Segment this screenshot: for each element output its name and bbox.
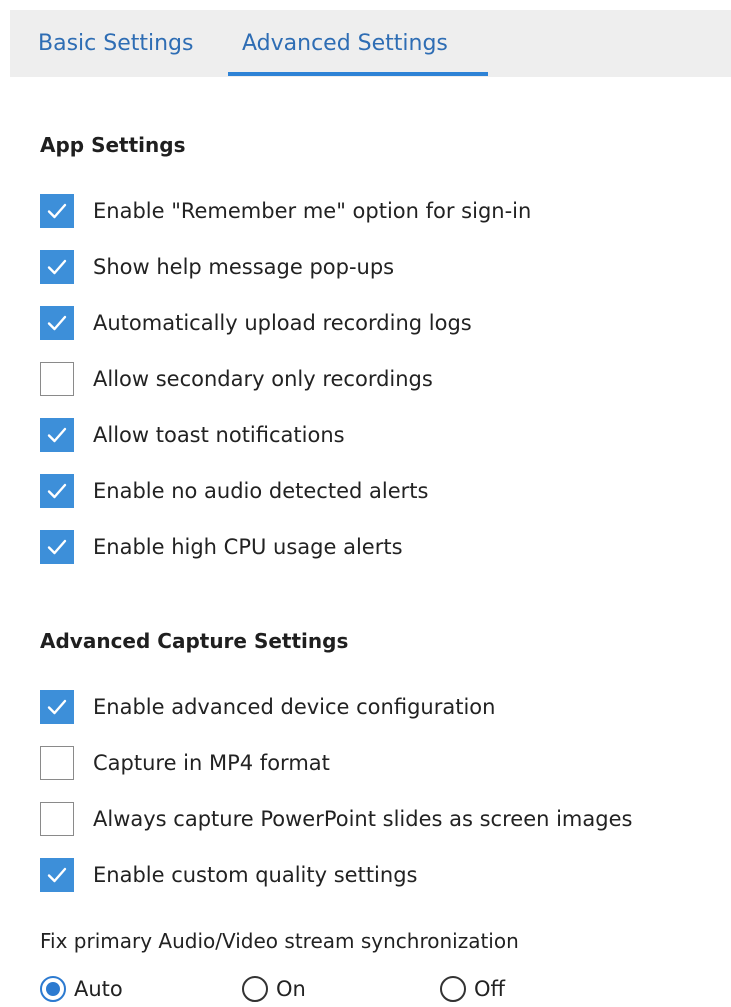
checkbox[interactable] — [40, 250, 74, 284]
sync-label: Fix primary Audio/Video stream synchroni… — [40, 929, 519, 953]
checkbox-capture-mp4[interactable]: Capture in MP4 format — [40, 745, 330, 781]
checkbox-powerpoint-screen-images[interactable]: Always capture PowerPoint slides as scre… — [40, 801, 632, 837]
radio-button[interactable] — [40, 976, 66, 1002]
checkbox[interactable] — [40, 362, 74, 396]
advanced-capture-settings-heading: Advanced Capture Settings — [40, 629, 349, 653]
checkbox-custom-quality[interactable]: Enable custom quality settings — [40, 857, 417, 893]
checkbox-label: Enable "Remember me" option for sign-in — [93, 199, 532, 223]
checkbox-no-audio-alerts[interactable]: Enable no audio detected alerts — [40, 473, 428, 509]
radio-on[interactable]: On — [242, 976, 306, 1002]
tab-advanced-settings[interactable]: Advanced Settings — [242, 10, 448, 77]
tab-bar: Basic Settings Advanced Settings — [10, 10, 731, 77]
checkbox[interactable] — [40, 858, 74, 892]
active-tab-indicator — [228, 72, 488, 76]
radio-label: On — [276, 977, 306, 1001]
checkbox-high-cpu-alerts[interactable]: Enable high CPU usage alerts — [40, 529, 403, 565]
check-icon — [47, 539, 67, 555]
checkbox[interactable] — [40, 746, 74, 780]
checkbox-help-popups[interactable]: Show help message pop-ups — [40, 249, 394, 285]
checkbox[interactable] — [40, 306, 74, 340]
checkbox[interactable] — [40, 802, 74, 836]
checkbox-label: Automatically upload recording logs — [93, 311, 472, 335]
checkbox-secondary-only[interactable]: Allow secondary only recordings — [40, 361, 433, 397]
checkbox[interactable] — [40, 418, 74, 452]
checkbox-label: Enable high CPU usage alerts — [93, 535, 403, 559]
check-icon — [47, 203, 67, 219]
radio-auto[interactable]: Auto — [40, 976, 123, 1002]
radio-label: Auto — [74, 977, 123, 1001]
checkbox[interactable] — [40, 474, 74, 508]
checkbox-label: Enable no audio detected alerts — [93, 479, 429, 503]
checkbox-remember-me[interactable]: Enable "Remember me" option for sign-in — [40, 193, 531, 229]
checkbox-upload-logs[interactable]: Automatically upload recording logs — [40, 305, 472, 341]
radio-button[interactable] — [242, 976, 268, 1002]
checkbox-label: Enable custom quality settings — [93, 863, 418, 887]
checkbox[interactable] — [40, 530, 74, 564]
radio-off[interactable]: Off — [440, 976, 505, 1002]
checkbox-label: Always capture PowerPoint slides as scre… — [93, 807, 633, 831]
checkbox-label: Allow secondary only recordings — [93, 367, 433, 391]
tab-basic-settings[interactable]: Basic Settings — [38, 10, 193, 77]
radio-button[interactable] — [440, 976, 466, 1002]
checkbox-label: Show help message pop-ups — [93, 255, 395, 279]
check-icon — [47, 259, 67, 275]
checkbox[interactable] — [40, 194, 74, 228]
checkbox-advanced-device-config[interactable]: Enable advanced device configuration — [40, 689, 495, 725]
checkbox-toast-notifications[interactable]: Allow toast notifications — [40, 417, 345, 453]
checkbox-label: Enable advanced device configuration — [93, 695, 496, 719]
app-settings-heading: App Settings — [40, 133, 186, 157]
check-icon — [47, 483, 67, 499]
check-icon — [47, 699, 67, 715]
check-icon — [47, 427, 67, 443]
checkbox-label: Capture in MP4 format — [93, 751, 330, 775]
radio-label: Off — [474, 977, 505, 1001]
check-icon — [47, 315, 67, 331]
checkbox-label: Allow toast notifications — [93, 423, 345, 447]
checkbox[interactable] — [40, 690, 74, 724]
check-icon — [47, 867, 67, 883]
